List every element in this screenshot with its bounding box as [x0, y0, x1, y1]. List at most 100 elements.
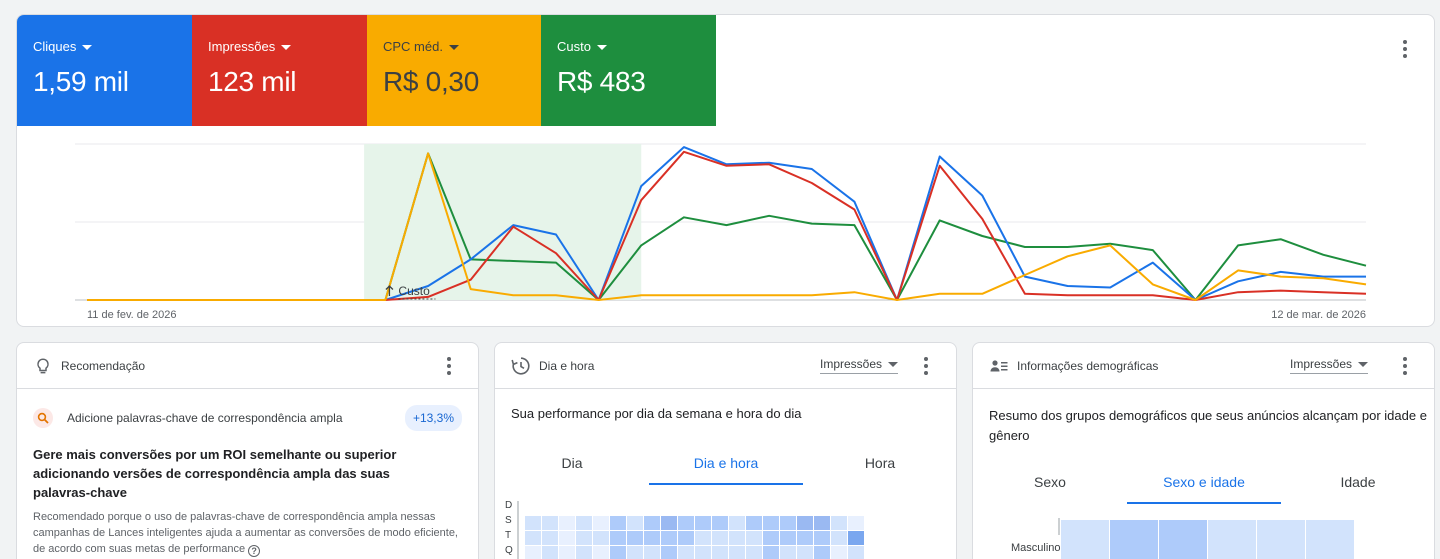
heatmap-cell[interactable]	[763, 546, 779, 559]
demographics-cell[interactable]	[1159, 520, 1207, 559]
day-hour-tab-1[interactable]: Dia e hora	[649, 455, 803, 485]
uplift-badge[interactable]: +13,3%	[404, 405, 462, 431]
heatmap-cell[interactable]	[695, 516, 711, 530]
heatmap-cell[interactable]	[763, 531, 779, 545]
demographics-tab-1[interactable]: Sexo e idade	[1127, 474, 1281, 504]
more-vert-icon[interactable]	[1393, 354, 1417, 378]
heatmap-cell[interactable]	[678, 516, 694, 530]
heatmap-cell[interactable]	[661, 516, 677, 530]
heatmap-cell[interactable]	[797, 531, 813, 545]
heatmap-cell[interactable]	[593, 531, 609, 545]
day-label: D	[505, 500, 512, 511]
heatmap-cell[interactable]	[661, 531, 677, 545]
recommendation-type-row: Adicione palavras-chave de correspondênc…	[33, 405, 462, 431]
metric-cliques-value: 1,59 mil	[33, 66, 129, 97]
day-hour-tab-2[interactable]: Hora	[803, 455, 956, 485]
heatmap-cell[interactable]	[627, 546, 643, 559]
heatmap-cell[interactable]	[780, 546, 796, 559]
heatmap-cell[interactable]	[610, 516, 626, 530]
demographics-cell[interactable]	[1110, 520, 1158, 559]
demographics-title: Informações demográficas	[1017, 358, 1159, 373]
metric-custo[interactable]: Custo R$ 483	[541, 15, 716, 126]
heatmap-cell[interactable]	[576, 516, 592, 530]
heatmap-cell[interactable]	[695, 531, 711, 545]
heatmap-cell[interactable]	[712, 546, 728, 559]
more-vert-icon[interactable]	[1393, 37, 1417, 61]
heatmap-cell[interactable]	[576, 531, 592, 545]
heatmap-cell[interactable]	[712, 516, 728, 530]
heatmap-cell[interactable]	[797, 516, 813, 530]
heatmap-cell[interactable]	[814, 531, 830, 545]
demographics-tabs: Sexo Sexo e idade Idade	[973, 474, 1434, 504]
heatmap-cell[interactable]	[729, 516, 745, 530]
demographics-tab-0[interactable]: Sexo	[973, 474, 1127, 504]
heatmap-cell[interactable]	[627, 516, 643, 530]
heatmap-cell[interactable]	[712, 531, 728, 545]
heatmap-cell[interactable]	[746, 516, 762, 530]
demographics-metric-dropdown[interactable]: Impressões	[1290, 357, 1369, 374]
heatmap-cell[interactable]	[644, 546, 660, 559]
heatmap-cell[interactable]	[848, 546, 864, 559]
heatmap-cell[interactable]	[610, 546, 626, 559]
demographics-tab-2[interactable]: Idade	[1281, 474, 1434, 504]
heatmap-cell[interactable]	[780, 516, 796, 530]
day-hour-metric-dropdown[interactable]: Impressões	[820, 357, 899, 374]
heatmap-cell[interactable]	[661, 546, 677, 559]
heatmap-cell[interactable]	[831, 546, 847, 559]
day-hour-tab-0[interactable]: Dia	[495, 455, 649, 485]
heatmap-cell[interactable]	[627, 531, 643, 545]
demographics-cell[interactable]	[1306, 520, 1354, 559]
demographics-cell[interactable]	[1061, 520, 1109, 559]
heatmap-cell[interactable]	[593, 516, 609, 530]
metric-cliques[interactable]: Cliques 1,59 mil	[17, 15, 192, 126]
heatmap-cell[interactable]	[593, 546, 609, 559]
heatmap-cell[interactable]	[559, 516, 575, 530]
heatmap-cell[interactable]	[542, 531, 558, 545]
demographics-dropdown-value: Impressões	[1290, 357, 1353, 371]
more-vert-icon[interactable]	[437, 354, 461, 378]
heatmap-cell[interactable]	[729, 546, 745, 559]
heatmap-cell[interactable]	[678, 546, 694, 559]
heatmap-cell[interactable]	[797, 546, 813, 559]
metric-impressoes[interactable]: Impressões 123 mil	[192, 15, 367, 126]
heatmap-cell[interactable]	[848, 516, 864, 530]
chart-series-line-0	[87, 152, 1367, 301]
more-vert-icon[interactable]	[914, 354, 938, 378]
heatmap-cell[interactable]	[559, 546, 575, 559]
heatmap-cell[interactable]	[746, 531, 762, 545]
recommendation-headline[interactable]: Gere mais conversões por um ROI semelhan…	[33, 445, 433, 502]
x-axis-start-label: 11 de fev. de 2026	[87, 309, 177, 321]
metric-custo-label: Custo	[557, 39, 591, 54]
demographics-cell[interactable]	[1257, 520, 1305, 559]
heatmap-cell[interactable]	[763, 516, 779, 530]
heatmap-cell[interactable]	[746, 546, 762, 559]
heatmap-cell[interactable]	[525, 546, 541, 559]
heatmap-cell[interactable]	[542, 546, 558, 559]
recommendation-header: Recomendação	[17, 343, 478, 389]
heatmap-cell[interactable]	[695, 546, 711, 559]
heatmap-cell[interactable]	[814, 516, 830, 530]
recommendation-description-text: Recomendado porque o uso de palavras-cha…	[33, 511, 458, 555]
heatmap-cell[interactable]	[525, 531, 541, 545]
heatmap-cell[interactable]	[831, 516, 847, 530]
heatmap-cell[interactable]	[644, 531, 660, 545]
heatmap-cell[interactable]	[610, 531, 626, 545]
chevron-down-icon	[596, 44, 607, 50]
help-icon[interactable]: ?	[248, 545, 261, 557]
heatmap-cell[interactable]	[576, 546, 592, 559]
heatmap-cell[interactable]	[848, 531, 864, 545]
heatmap-cell[interactable]	[559, 531, 575, 545]
heatmap-cell[interactable]	[678, 531, 694, 545]
day-hour-heatmap: DSTQ	[505, 500, 864, 559]
heatmap-cell[interactable]	[814, 546, 830, 559]
heatmap-cell[interactable]	[831, 531, 847, 545]
metric-custo-value: R$ 483	[557, 66, 646, 97]
heatmap-cell[interactable]	[542, 516, 558, 530]
demographics-cell[interactable]	[1208, 520, 1256, 559]
heatmap-cell[interactable]	[729, 531, 745, 545]
heatmap-cell[interactable]	[644, 516, 660, 530]
heatmap-cell[interactable]	[525, 516, 541, 530]
heatmap-cell[interactable]	[780, 531, 796, 545]
lightbulb-icon	[33, 356, 53, 376]
metric-cpc[interactable]: CPC méd. R$ 0,30	[367, 15, 542, 126]
